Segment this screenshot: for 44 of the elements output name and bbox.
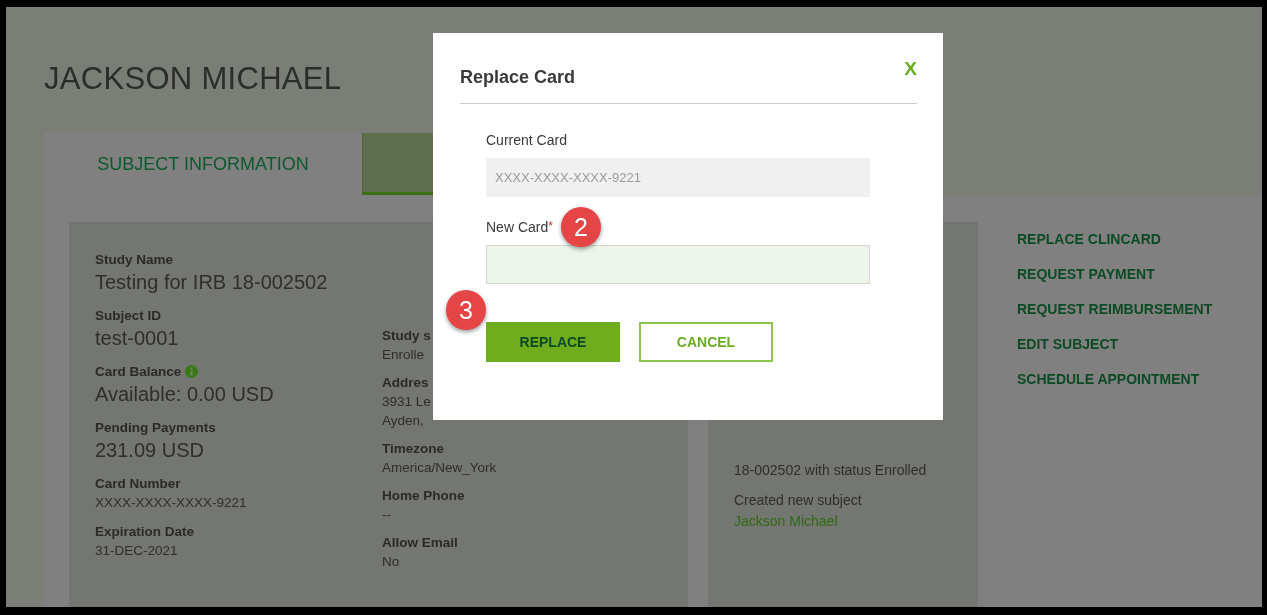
field-label: Subject ID (95, 308, 161, 323)
activity-text: 18-002502 with status Enrolled (734, 461, 928, 480)
field-value: America/New_York (382, 460, 497, 475)
field-value: Testing for IRB 18-002502 (95, 271, 328, 294)
step-marker: 2 (561, 207, 601, 247)
tab[interactable]: SUBJECT INFORMATION (44, 133, 362, 195)
field-value: test-0001 (95, 327, 179, 350)
field-label: Card Balance (95, 364, 182, 379)
field-label: Current Card (486, 132, 567, 148)
activity-text: Created new subject Jackson Michael (734, 490, 958, 532)
cancel-button[interactable]: CANCEL (639, 322, 773, 362)
field-label: Expiration Date (95, 524, 195, 539)
subject-link[interactable]: Jackson Michael (734, 511, 838, 532)
replace-button[interactable]: REPLACE (486, 322, 620, 362)
field-label: Study Name (95, 252, 174, 267)
field-label: Study s (382, 328, 431, 343)
field-value: -- (382, 507, 391, 522)
field-label: Card Number (95, 476, 181, 491)
field-label: Addres (382, 375, 429, 390)
info-icon[interactable] (185, 365, 199, 378)
close-button[interactable]: X (904, 58, 917, 80)
field-label: Timezone (382, 441, 444, 456)
field-value: Ayden, (382, 413, 424, 428)
field-value: Enrolle (382, 347, 425, 362)
action-link[interactable]: REQUEST PAYMENT (1017, 266, 1213, 282)
field-label: New Card (486, 219, 549, 235)
required-mark: * (548, 219, 553, 233)
field-value: 3931 Le (382, 394, 431, 409)
step-marker: 3 (446, 290, 486, 330)
field-value: 231.09 USD (95, 439, 204, 462)
field-value: No (382, 554, 400, 569)
field-label: Allow Email (382, 535, 458, 550)
field-value: 31-DEC-2021 (95, 543, 178, 558)
field-value: Available: 0.00 USD (95, 383, 274, 406)
field-label: Pending Payments (95, 420, 216, 435)
field-value: XXXX-XXXX-XXXX-9221 (95, 495, 247, 510)
field-label: Home Phone (382, 488, 465, 503)
action-link[interactable]: EDIT SUBJECT (1017, 336, 1213, 352)
action-link[interactable]: REQUEST REIMBURSEMENT (1017, 301, 1213, 317)
dialog-title: Replace Card (460, 67, 576, 88)
page-title: JACKSON MICHAEL (43, 60, 342, 98)
action-link[interactable]: REPLACE CLINCARD (1017, 231, 1213, 247)
card-number-field[interactable] (486, 245, 870, 284)
action-link[interactable]: SCHEDULE APPOINTMENT (1017, 371, 1213, 387)
